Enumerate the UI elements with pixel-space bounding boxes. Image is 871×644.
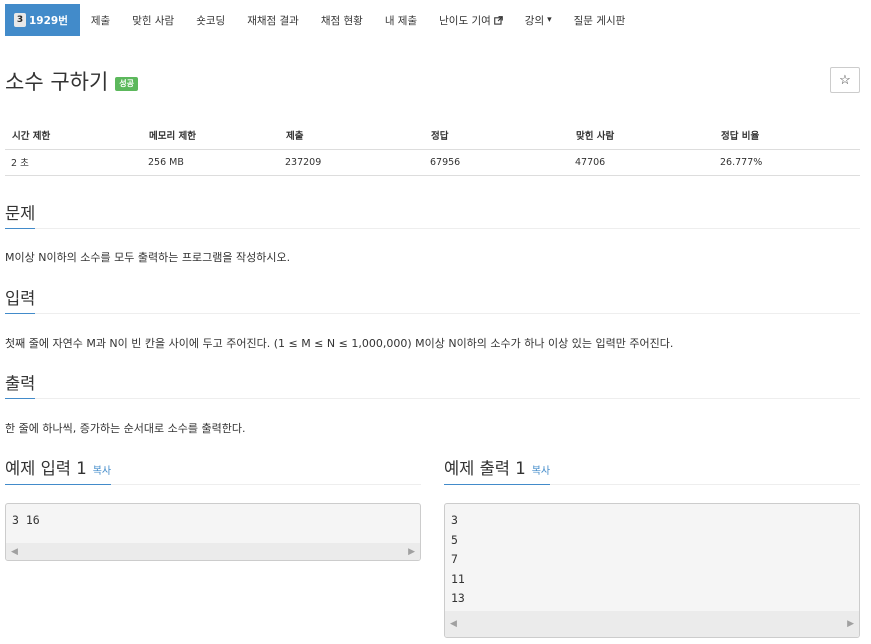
- input-section-header: 입력: [5, 285, 860, 314]
- star-icon: ☆: [839, 72, 851, 87]
- description-text: M이상 N이하의 소수를 모두 출력하는 프로그램을 작성하시오.: [5, 251, 291, 264]
- nav-judge-status[interactable]: 채점 현황: [310, 4, 374, 36]
- nav-lectures-dropdown[interactable]: 강의 ▾: [514, 4, 563, 36]
- description-heading: 문제: [5, 200, 36, 229]
- accepted-value: 67956: [424, 149, 569, 176]
- scroll-right-icon[interactable]: ▶: [408, 547, 415, 557]
- scroll-left-icon[interactable]: ◀: [450, 619, 457, 629]
- nav-lectures-label: 강의: [524, 14, 545, 27]
- sample-output-box[interactable]: 3 5 7 11 13 ◀ ▶: [444, 503, 860, 638]
- page-title: 소수 구하기: [5, 70, 109, 94]
- header-solved-users: 맞힌 사람: [569, 122, 714, 150]
- sample-output-header: 예제 출력 1 복사: [444, 455, 860, 485]
- copy-sample-output-link[interactable]: 복사: [532, 466, 550, 477]
- nav-difficulty-label: 난이도 기여: [439, 14, 491, 27]
- submissions-value: 237209: [279, 149, 424, 176]
- header-accepted: 정답: [424, 122, 569, 150]
- problem-number-label: 1929번: [29, 14, 68, 27]
- nav-solved-users[interactable]: 맞힌 사람: [121, 4, 185, 36]
- sample-output-content: 3 5 7 11 13: [451, 513, 465, 606]
- external-link-icon: [493, 15, 503, 25]
- sample-input-title: 예제 입력 1: [5, 459, 87, 478]
- sample-output-heading: 예제 출력 1 복사: [444, 455, 551, 485]
- accept-ratio-value: 26.777%: [714, 149, 860, 176]
- caret-down-icon: ▾: [547, 15, 552, 25]
- header-time-limit: 시간 제한: [5, 122, 142, 150]
- scroll-right-icon[interactable]: ▶: [847, 619, 854, 629]
- input-text: 첫째 줄에 자연수 M과 N이 빈 칸을 사이에 두고 주어진다. (1 ≤ M…: [5, 337, 674, 350]
- sample-input-heading: 예제 입력 1 복사: [5, 455, 112, 485]
- status-badge: 성공: [115, 77, 139, 91]
- output-section-header: 출력: [5, 370, 860, 399]
- table-row: 2 초 256 MB 237209 67956 47706 26.777%: [5, 149, 860, 176]
- sample-input-header: 예제 입력 1 복사: [5, 455, 421, 485]
- nav-short-coding[interactable]: 숏코딩: [185, 4, 236, 36]
- nav-problem-number[interactable]: 3 1929번: [5, 4, 80, 36]
- sample-input-box[interactable]: 3 16 ◀ ▶: [5, 503, 421, 561]
- output-text: 한 줄에 하나씩, 증가하는 순서대로 소수를 출력한다.: [5, 422, 246, 435]
- copy-sample-input-link[interactable]: 복사: [93, 466, 111, 477]
- input-heading: 입력: [5, 285, 36, 314]
- memory-limit-value: 256 MB: [142, 149, 279, 176]
- nav-qna-board[interactable]: 질문 게시판: [563, 4, 637, 36]
- star-button[interactable]: ☆: [830, 67, 860, 93]
- header-submissions: 제출: [279, 122, 424, 150]
- nav-my-submissions[interactable]: 내 제출: [374, 4, 428, 36]
- problem-title-row: 소수 구하기 성공: [5, 66, 139, 96]
- problem-nav: 3 1929번 제출 맞힌 사람 숏코딩 재채점 결과 채점 현황 내 제출 난…: [5, 4, 636, 36]
- problem-info-table: 시간 제한 메모리 제한 제출 정답 맞힌 사람 정답 비율 2 초 256 M…: [5, 122, 860, 176]
- sample-output-title: 예제 출력 1: [444, 459, 526, 478]
- solved-users-value: 47706: [569, 149, 714, 176]
- sample-output-scrollbar[interactable]: ◀ ▶: [445, 611, 859, 637]
- nav-rejudge-results[interactable]: 재채점 결과: [236, 4, 310, 36]
- output-heading: 출력: [5, 370, 36, 399]
- nav-submit[interactable]: 제출: [80, 4, 121, 36]
- sample-input-content: 3 16: [12, 513, 40, 527]
- table-header-row: 시간 제한 메모리 제한 제출 정답 맞힌 사람 정답 비율: [5, 122, 860, 150]
- tier-badge-icon: 3: [14, 13, 26, 27]
- header-memory-limit: 메모리 제한: [142, 122, 279, 150]
- sample-input-scrollbar[interactable]: ◀ ▶: [6, 543, 420, 560]
- description-section-header: 문제: [5, 200, 860, 229]
- nav-difficulty-contribution[interactable]: 난이도 기여: [428, 4, 514, 36]
- time-limit-value: 2 초: [5, 149, 142, 176]
- header-accept-ratio: 정답 비율: [714, 122, 860, 150]
- scroll-left-icon[interactable]: ◀: [11, 547, 18, 557]
